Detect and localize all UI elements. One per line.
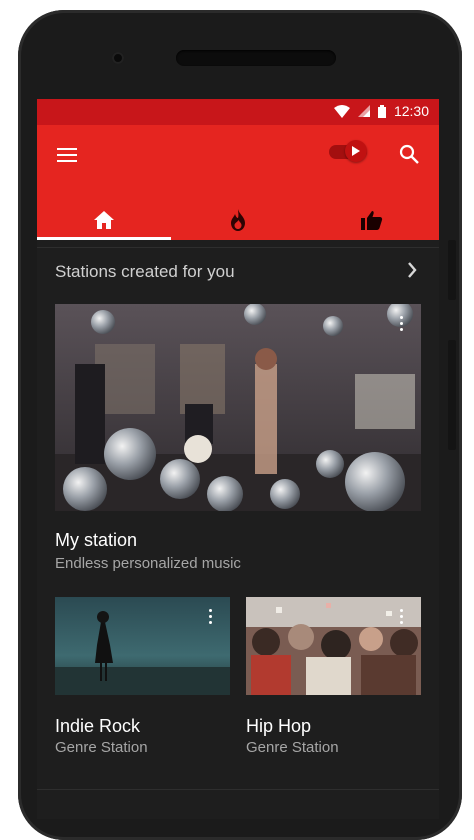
featured-station-thumbnail[interactable]	[55, 304, 421, 511]
tab-home[interactable]	[37, 199, 171, 240]
section-title: Stations created for you	[55, 262, 235, 281]
search-icon[interactable]	[399, 144, 419, 169]
tab-hotlist[interactable]	[171, 199, 305, 240]
status-bar: 12:30	[37, 99, 439, 125]
volume-button	[448, 240, 456, 300]
home-icon	[94, 210, 114, 229]
featured-station-title[interactable]: My station	[55, 530, 137, 551]
divider	[37, 789, 439, 790]
fire-icon	[231, 208, 245, 231]
station-title-hip-hop[interactable]: Hip Hop	[246, 716, 311, 737]
app-screen: 12:30 Stations created for you My statio…	[37, 99, 439, 819]
station-subtitle-indie-rock: Genre Station	[55, 739, 148, 756]
divider	[37, 247, 439, 248]
thumbs-up-icon	[361, 210, 383, 230]
hamburger-icon[interactable]	[57, 148, 77, 162]
power-button	[448, 340, 456, 450]
chevron-right-icon[interactable]	[407, 262, 417, 283]
tab-bar	[37, 199, 439, 240]
station-thumbnail-hip-hop[interactable]	[246, 597, 421, 695]
station-title-indie-rock[interactable]: Indie Rock	[55, 716, 140, 737]
battery-icon	[377, 104, 386, 118]
featured-station-subtitle: Endless personalized music	[55, 555, 241, 572]
station-thumbnail-indie-rock[interactable]	[55, 597, 230, 695]
earpiece-speaker	[176, 50, 336, 66]
more-vert-icon[interactable]	[400, 316, 403, 331]
tab-thumbs[interactable]	[305, 199, 439, 240]
wifi-icon	[333, 104, 350, 118]
play-toggle-icon[interactable]	[345, 140, 367, 162]
station-subtitle-hip-hop: Genre Station	[246, 739, 339, 756]
signal-icon	[357, 105, 370, 117]
status-time: 12:30	[393, 103, 429, 119]
more-vert-icon[interactable]	[209, 609, 212, 624]
app-bar	[37, 125, 439, 240]
front-camera	[112, 52, 124, 64]
more-vert-icon[interactable]	[400, 609, 403, 624]
